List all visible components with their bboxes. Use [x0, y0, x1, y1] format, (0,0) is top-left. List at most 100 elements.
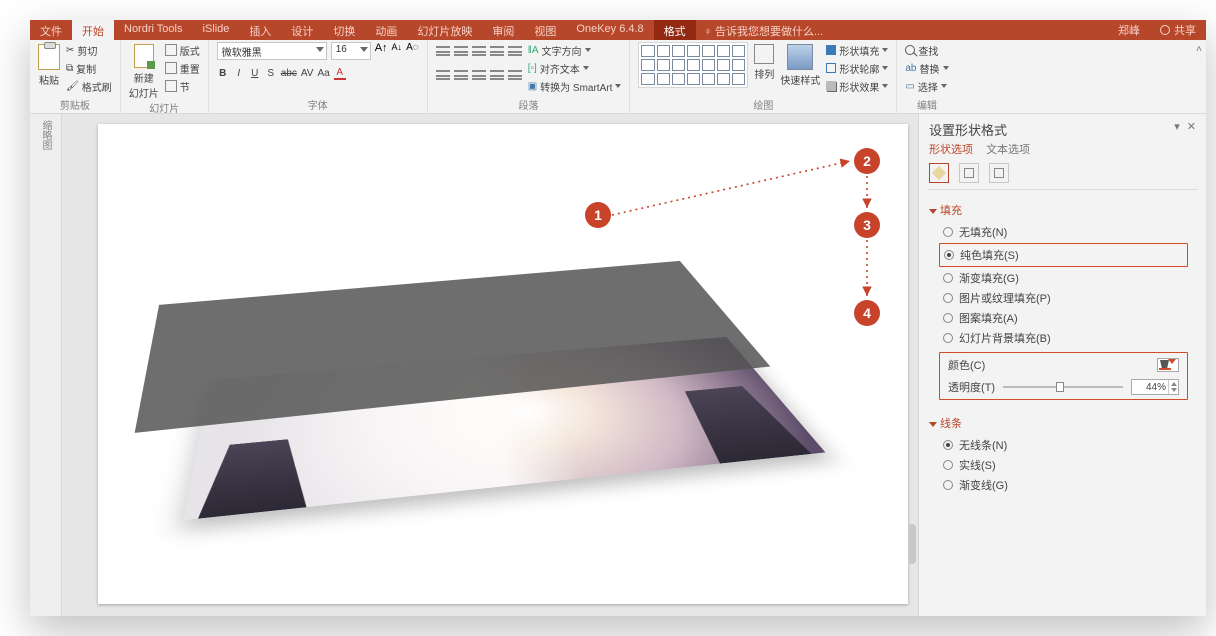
format-painter-button[interactable]: 🖌 格式刷: [66, 78, 112, 94]
layout-button[interactable]: 版式: [165, 42, 200, 58]
tab-slideshow[interactable]: 幻灯片放映: [407, 20, 482, 40]
group-editing-label: 编辑: [905, 97, 948, 113]
pane-tab-text[interactable]: 文本选项: [986, 141, 1030, 157]
indent-inc-button[interactable]: [490, 46, 504, 56]
pane-tab-shape[interactable]: 形状选项: [929, 141, 973, 157]
font-color-button[interactable]: A: [334, 67, 346, 80]
font-size-combo[interactable]: 16: [331, 42, 371, 60]
scroll-thumb[interactable]: [908, 524, 916, 564]
painter-label: 格式刷: [82, 79, 112, 94]
fill-gradient-radio[interactable]: 渐变填充(G): [929, 268, 1196, 288]
align-justify-button[interactable]: [490, 70, 504, 80]
indent-dec-button[interactable]: [472, 46, 486, 56]
italic-button[interactable]: I: [233, 68, 245, 79]
cut-button[interactable]: ✂ 剪切: [66, 42, 112, 58]
copy-button[interactable]: ⧉ 复制: [66, 60, 112, 76]
pane-cat-size-icon[interactable]: [989, 163, 1009, 183]
tab-format[interactable]: 格式: [654, 20, 696, 40]
underline-button[interactable]: U: [249, 68, 261, 79]
shrink-font-button[interactable]: A↓: [392, 42, 403, 60]
shape-outline-label: 形状轮廓: [839, 61, 879, 76]
tab-islide[interactable]: iSlide: [193, 20, 240, 40]
quick-style-label: 快速样式: [780, 72, 820, 87]
tab-view[interactable]: 视图: [524, 20, 566, 40]
align-left-button[interactable]: [436, 70, 450, 80]
quick-style-button[interactable]: 快速样式: [780, 42, 820, 87]
transparency-value[interactable]: 44%: [1131, 379, 1179, 395]
change-case-button[interactable]: Aa: [317, 68, 329, 79]
new-slide-button[interactable]: 新建 幻灯片: [129, 42, 159, 100]
char-spacing-button[interactable]: AV: [301, 68, 314, 79]
pane-cat-fill-icon[interactable]: [929, 163, 949, 183]
align-center-button[interactable]: [454, 70, 468, 80]
tab-home[interactable]: 开始: [72, 20, 114, 40]
collapse-ribbon-button[interactable]: ˄: [1196, 44, 1202, 55]
tab-review[interactable]: 审阅: [482, 20, 524, 40]
shape-effects-label: 形状效果: [839, 79, 879, 94]
fill-color-picker[interactable]: [1157, 358, 1179, 372]
shadow-button[interactable]: S: [265, 68, 277, 79]
paste-button[interactable]: 粘贴: [38, 42, 60, 87]
vertical-scrollbar[interactable]: [908, 124, 916, 606]
share-button[interactable]: 共享: [1150, 20, 1206, 40]
line-solid-radio[interactable]: 实线(S): [929, 455, 1196, 475]
fill-solid-label: 纯色填充(S): [960, 247, 1019, 263]
fill-none-radio[interactable]: 无填充(N): [929, 222, 1196, 242]
strike-button[interactable]: abc: [281, 68, 297, 79]
fill-slidebg-radio[interactable]: 幻灯片背景填充(B): [929, 328, 1196, 348]
tab-onekey[interactable]: OneKey 6.4.8: [566, 20, 653, 40]
pane-cat-effects-icon[interactable]: [959, 163, 979, 183]
tab-transition[interactable]: 切换: [323, 20, 365, 40]
clear-format-button[interactable]: A◌: [406, 42, 419, 60]
line-spacing-button[interactable]: [508, 46, 522, 56]
account-user[interactable]: 郑峰: [1108, 20, 1150, 40]
shape-fill-button[interactable]: 形状填充: [826, 42, 888, 58]
tab-file[interactable]: 文件: [30, 20, 72, 40]
layout-icon: [165, 44, 177, 56]
columns-button[interactable]: [508, 70, 522, 80]
fill-section-header[interactable]: 填充: [929, 202, 1196, 218]
outline-pane[interactable]: 缩略图: [30, 114, 62, 616]
grow-font-button[interactable]: A↑: [375, 42, 388, 60]
fill-solid-radio[interactable]: 纯色填充(S): [944, 245, 1183, 265]
slide-area: [68, 124, 906, 606]
bullets-button[interactable]: [436, 46, 450, 56]
arrange-button[interactable]: 排列: [754, 42, 774, 81]
shape-effects-button[interactable]: 形状效果: [826, 78, 888, 94]
slide-canvas[interactable]: [98, 124, 908, 604]
align-right-button[interactable]: [472, 70, 486, 80]
numbering-button[interactable]: [454, 46, 468, 56]
tab-insert[interactable]: 插入: [239, 20, 281, 40]
tab-animation[interactable]: 动画: [365, 20, 407, 40]
fill-header-label: 填充: [940, 205, 962, 217]
font-name-combo[interactable]: 微软雅黑: [217, 42, 327, 60]
new-slide-icon: [134, 44, 154, 68]
smartart-button[interactable]: ▣转换为 SmartArt: [528, 78, 622, 94]
find-button[interactable]: 查找: [905, 42, 948, 58]
fill-pattern-radio[interactable]: 图案填充(A): [929, 308, 1196, 328]
ribbon: 粘贴 ✂ 剪切 ⧉ 复制 🖌 格式刷 剪贴板 新建 幻灯片 版式 重置: [30, 40, 1206, 114]
tell-me[interactable]: ♀ 告诉我您想要做什么...: [696, 20, 831, 40]
fill-picture-radio[interactable]: 图片或纹理填充(P): [929, 288, 1196, 308]
line-gradient-radio[interactable]: 渐变线(G): [929, 475, 1196, 495]
replace-button[interactable]: ab替换: [905, 60, 948, 76]
select-button[interactable]: ▭选择: [905, 78, 948, 94]
tell-me-text: 告诉我您想要做什么...: [715, 26, 823, 38]
align-text-button[interactable]: [▫]对齐文本: [528, 60, 622, 76]
line-section-header[interactable]: 线条: [929, 415, 1196, 431]
bold-button[interactable]: B: [217, 68, 229, 79]
tab-design[interactable]: 设计: [281, 20, 323, 40]
fill-none-label: 无填充(N): [959, 224, 1007, 240]
annotation-1: 1: [585, 202, 611, 228]
tab-nordri[interactable]: Nordri Tools: [114, 20, 193, 40]
text-direction-button[interactable]: ‖A文字方向: [528, 42, 622, 58]
line-none-radio[interactable]: 无线条(N): [929, 435, 1196, 455]
pane-title: 设置形状格式: [929, 120, 1007, 139]
reset-button[interactable]: 重置: [165, 60, 200, 76]
pane-close-button[interactable]: ▾ ✕: [1174, 120, 1198, 139]
section-button[interactable]: 节: [165, 78, 200, 94]
transparency-slider[interactable]: [1003, 386, 1123, 388]
select-label: 选择: [918, 79, 938, 94]
shapes-gallery[interactable]: [638, 42, 748, 88]
shape-outline-button[interactable]: 形状轮廓: [826, 60, 888, 76]
